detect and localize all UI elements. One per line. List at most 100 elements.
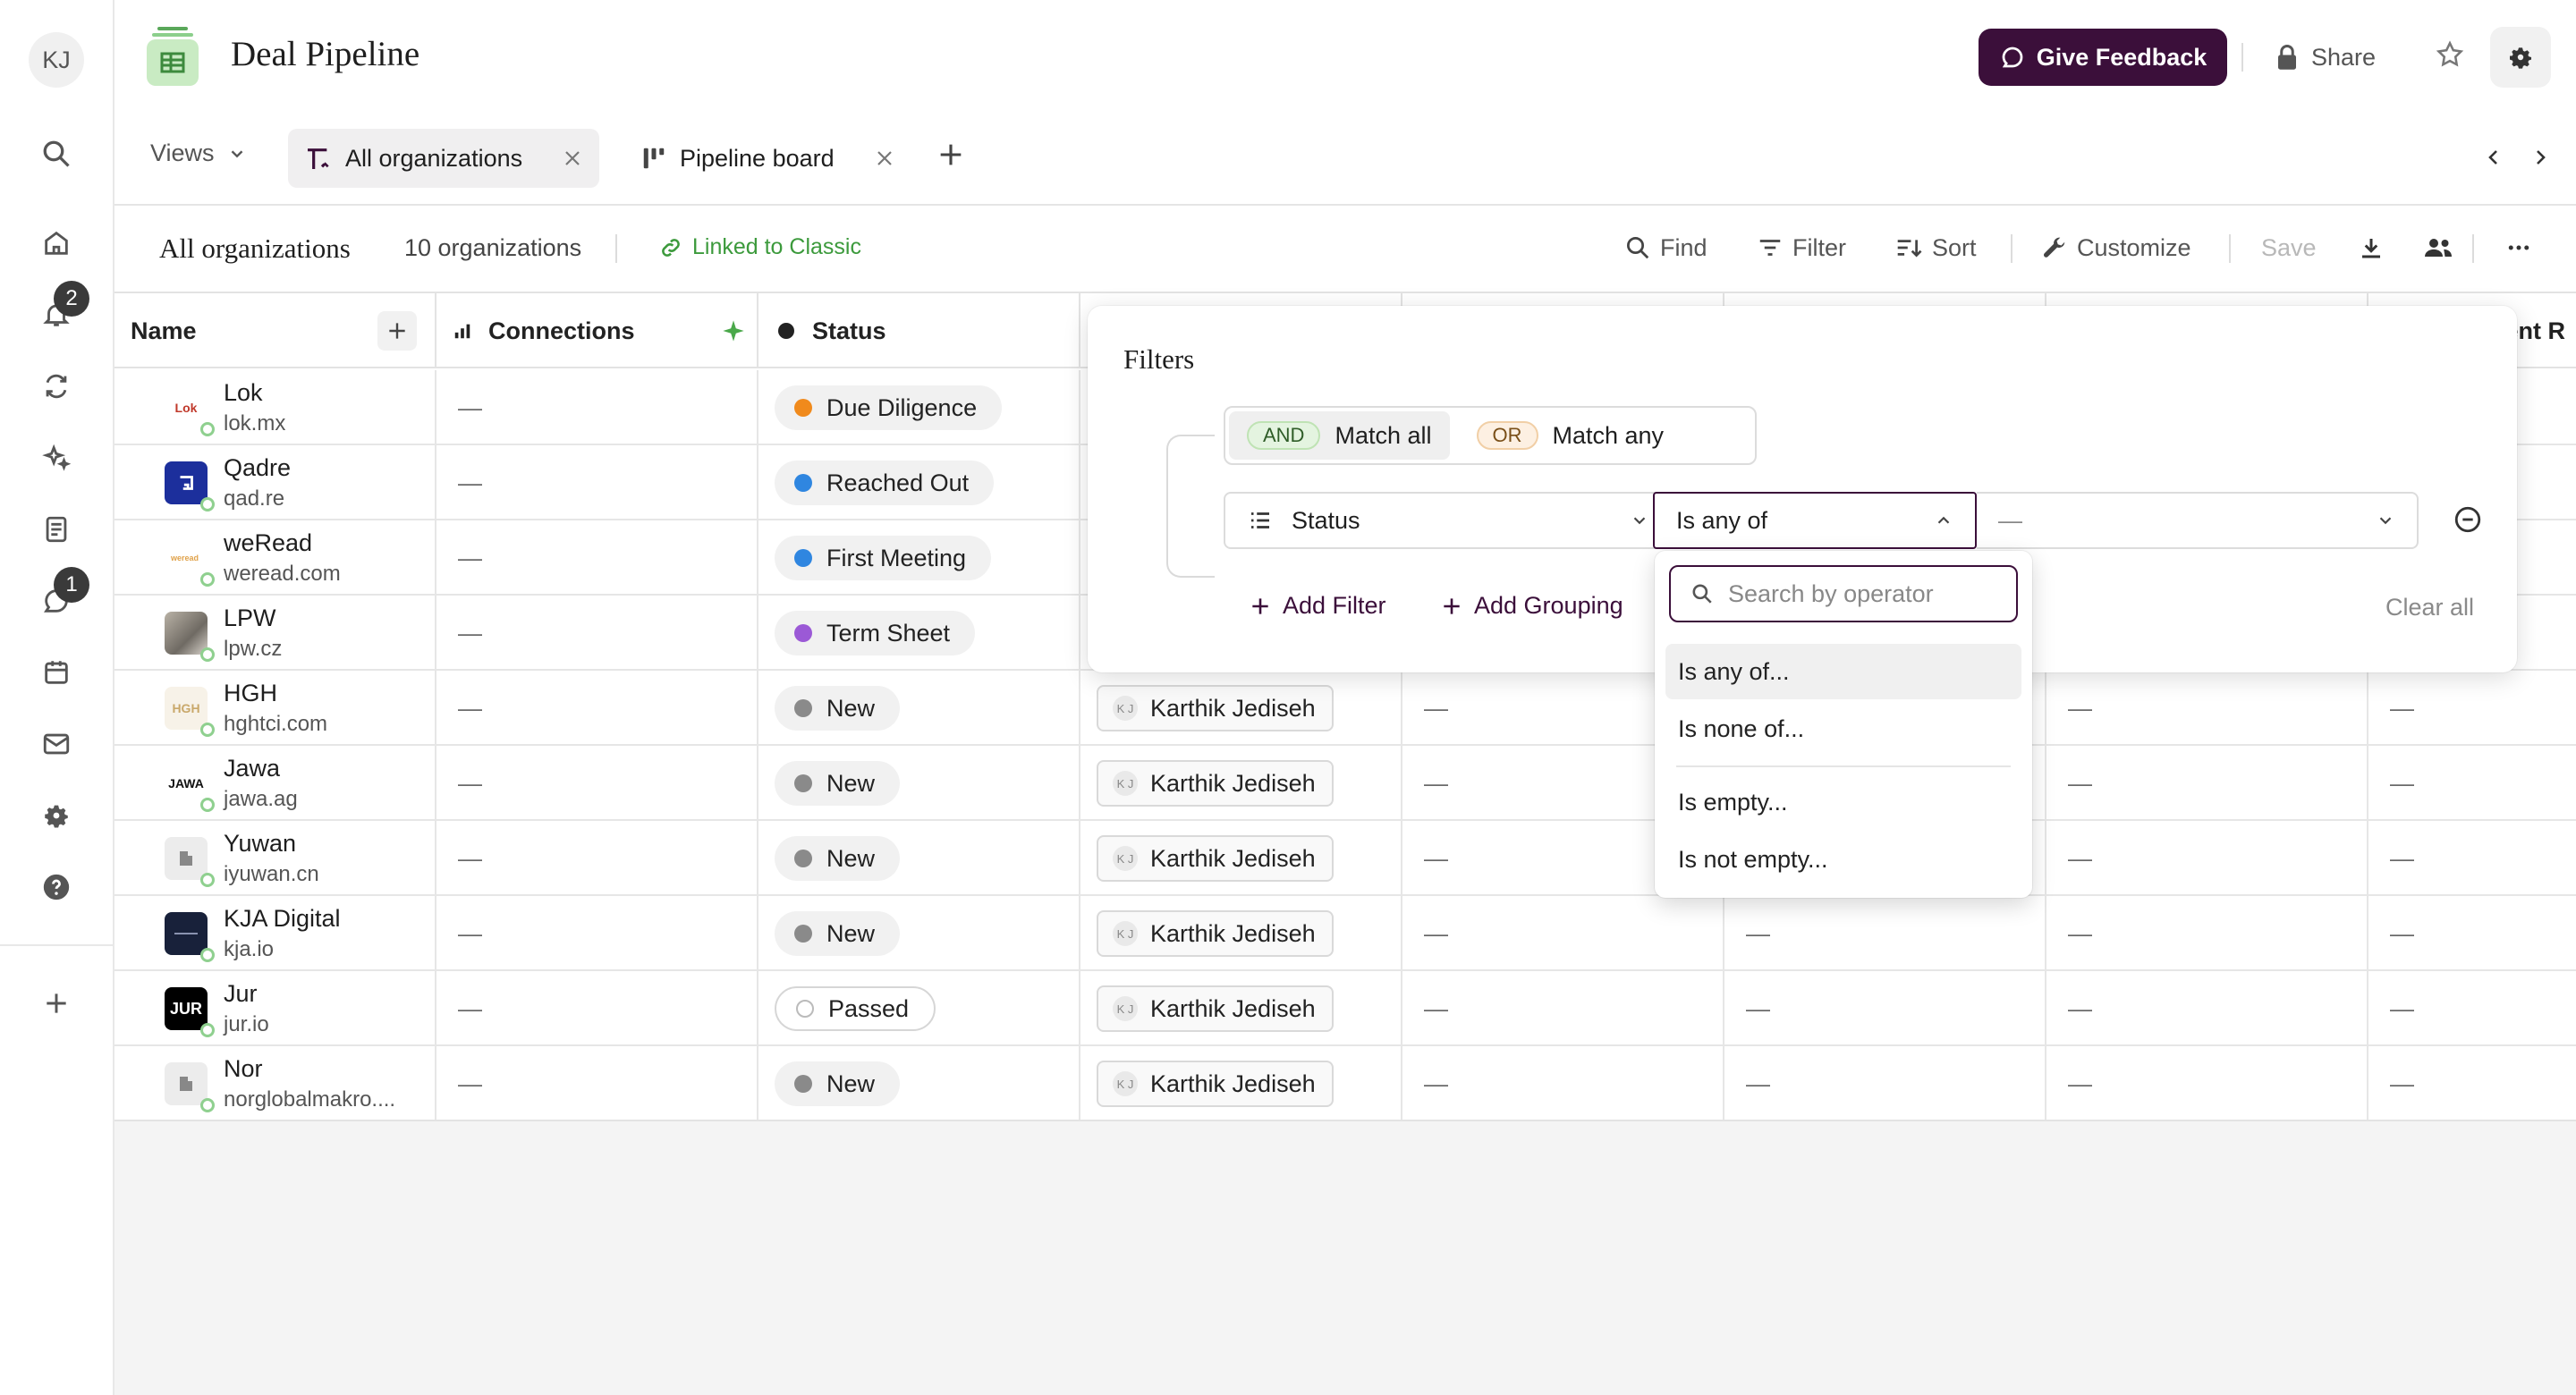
- add-grouping-button[interactable]: Add Grouping: [1440, 592, 1623, 620]
- name-cell[interactable]: weread weRead weread.com: [114, 520, 436, 596]
- person-chip[interactable]: K J Karthik Jediseh: [1097, 985, 1334, 1032]
- user-avatar[interactable]: KJ: [29, 32, 84, 88]
- connections-cell[interactable]: —: [436, 1046, 758, 1121]
- share-button[interactable]: Share: [2275, 36, 2376, 79]
- page-settings-button[interactable]: [2490, 27, 2551, 88]
- sparkles-icon[interactable]: [36, 437, 77, 478]
- status-cell[interactable]: New: [758, 746, 1080, 821]
- field-cell[interactable]: —: [1402, 1046, 1724, 1121]
- column-header-status[interactable]: Status: [758, 293, 1080, 368]
- operator-search-input[interactable]: [1728, 579, 1996, 608]
- status-cell[interactable]: First Meeting: [758, 520, 1080, 596]
- status-badge[interactable]: New: [775, 836, 901, 881]
- operator-option-is-empty[interactable]: Is empty...: [1665, 774, 2021, 830]
- chevron-right-icon[interactable]: [2529, 145, 2551, 170]
- table-row[interactable]: HGH HGH hghtci.com — New K J Karthik Jediseh — —…: [114, 671, 2576, 746]
- owner-cell[interactable]: K J Karthik Jediseh: [1080, 746, 1402, 821]
- table-row[interactable]: KJA Digital kja.io — New K J Karthik Jediseh —…: [114, 896, 2576, 971]
- connections-cell[interactable]: —: [436, 746, 758, 821]
- filter-operator-select[interactable]: Is any of: [1653, 492, 1977, 549]
- name-cell[interactable]: Qadre qad.re: [114, 445, 436, 520]
- operator-option-is-none-of[interactable]: Is none of...: [1665, 701, 2021, 757]
- chevron-left-icon[interactable]: [2483, 145, 2504, 170]
- name-cell[interactable]: JUR Jur jur.io: [114, 971, 436, 1046]
- filter-value-select[interactable]: —: [1977, 492, 2419, 549]
- field-cell[interactable]: —: [2368, 971, 2576, 1046]
- close-tab-icon[interactable]: [562, 148, 583, 169]
- find-button[interactable]: Find: [1624, 231, 1707, 265]
- mail-icon[interactable]: [36, 723, 77, 765]
- status-badge[interactable]: New: [775, 761, 901, 806]
- save-button[interactable]: Save: [2261, 231, 2317, 265]
- field-cell[interactable]: —: [2368, 671, 2576, 746]
- settings-icon[interactable]: [36, 795, 77, 836]
- field-cell[interactable]: —: [2046, 971, 2368, 1046]
- name-cell[interactable]: Yuwan iyuwan.cn: [114, 821, 436, 896]
- favorite-star-icon[interactable]: [2435, 39, 2465, 70]
- status-badge[interactable]: Reached Out: [775, 461, 995, 505]
- connections-cell[interactable]: —: [436, 896, 758, 971]
- status-cell[interactable]: New: [758, 896, 1080, 971]
- close-tab-icon[interactable]: [874, 148, 895, 169]
- status-badge[interactable]: New: [775, 1061, 901, 1106]
- customize-button[interactable]: Customize: [2041, 231, 2191, 265]
- add-filter-button[interactable]: Add Filter: [1249, 592, 1386, 620]
- status-badge[interactable]: Term Sheet: [775, 611, 976, 655]
- add-icon[interactable]: [36, 983, 77, 1024]
- column-header-name[interactable]: Name: [114, 293, 436, 368]
- sort-button[interactable]: Sort: [1894, 231, 1977, 265]
- document-icon[interactable]: [36, 509, 77, 550]
- connections-cell[interactable]: —: [436, 520, 758, 596]
- status-badge[interactable]: New: [775, 911, 901, 956]
- field-cell[interactable]: —: [1724, 971, 2046, 1046]
- operator-option-is-any-of[interactable]: Is any of...: [1665, 644, 2021, 699]
- owner-cell[interactable]: K J Karthik Jediseh: [1080, 1046, 1402, 1121]
- field-cell[interactable]: —: [1402, 896, 1724, 971]
- calendar-icon[interactable]: [36, 652, 77, 693]
- status-badge[interactable]: Due Diligence: [775, 385, 1003, 430]
- tab-pipeline-board[interactable]: Pipeline board: [624, 129, 911, 188]
- status-cell[interactable]: New: [758, 821, 1080, 896]
- owner-cell[interactable]: K J Karthik Jediseh: [1080, 896, 1402, 971]
- field-cell[interactable]: —: [2046, 746, 2368, 821]
- connections-cell[interactable]: —: [436, 596, 758, 671]
- person-chip[interactable]: K J Karthik Jediseh: [1097, 1061, 1334, 1107]
- match-any-option[interactable]: OR Match any: [1459, 411, 1682, 460]
- field-cell[interactable]: —: [2368, 1046, 2576, 1121]
- status-badge[interactable]: First Meeting: [775, 536, 992, 580]
- match-all-option[interactable]: AND Match all: [1229, 411, 1450, 460]
- connections-cell[interactable]: —: [436, 671, 758, 746]
- owner-cell[interactable]: K J Karthik Jediseh: [1080, 821, 1402, 896]
- linked-to-classic-link[interactable]: Linked to Classic: [658, 234, 861, 260]
- field-cell[interactable]: —: [1402, 971, 1724, 1046]
- more-options-icon[interactable]: [2504, 231, 2533, 265]
- connections-cell[interactable]: —: [436, 821, 758, 896]
- table-row[interactable]: JUR Jur jur.io — Passed K J Karthik Jediseh — — —…: [114, 971, 2576, 1046]
- help-icon[interactable]: [36, 867, 77, 908]
- field-cell[interactable]: —: [2046, 896, 2368, 971]
- operator-option-is-not-empty[interactable]: Is not empty...: [1665, 832, 2021, 887]
- field-cell[interactable]: —: [2046, 821, 2368, 896]
- table-row[interactable]: JAWA Jawa jawa.ag — New K J Karthik Jediseh — — —…: [114, 746, 2576, 821]
- column-header-connections[interactable]: Connections: [436, 293, 758, 368]
- connections-cell[interactable]: —: [436, 971, 758, 1046]
- collaborators-icon[interactable]: [2422, 231, 2454, 265]
- name-cell[interactable]: JAWA Jawa jawa.ag: [114, 746, 436, 821]
- name-cell[interactable]: KJA Digital kja.io: [114, 896, 436, 971]
- filter-button[interactable]: Filter: [1757, 231, 1846, 265]
- field-cell[interactable]: —: [2046, 1046, 2368, 1121]
- owner-cell[interactable]: K J Karthik Jediseh: [1080, 671, 1402, 746]
- name-cell[interactable]: HGH HGH hghtci.com: [114, 671, 436, 746]
- field-cell[interactable]: —: [2368, 746, 2576, 821]
- person-chip[interactable]: K J Karthik Jediseh: [1097, 685, 1334, 731]
- tab-all-organizations[interactable]: All organizations: [288, 129, 600, 188]
- field-cell[interactable]: —: [2046, 671, 2368, 746]
- status-cell[interactable]: Due Diligence: [758, 370, 1080, 445]
- home-icon[interactable]: [36, 223, 77, 264]
- table-row[interactable]: Yuwaniyuwan.cn—NewK JKarthik Jediseh————: [114, 821, 2576, 896]
- status-cell[interactable]: Passed: [758, 971, 1080, 1046]
- status-cell[interactable]: Term Sheet: [758, 596, 1080, 671]
- add-column-button[interactable]: [377, 311, 417, 351]
- name-cell[interactable]: LPW lpw.cz: [114, 596, 436, 671]
- status-badge[interactable]: Passed: [775, 986, 936, 1031]
